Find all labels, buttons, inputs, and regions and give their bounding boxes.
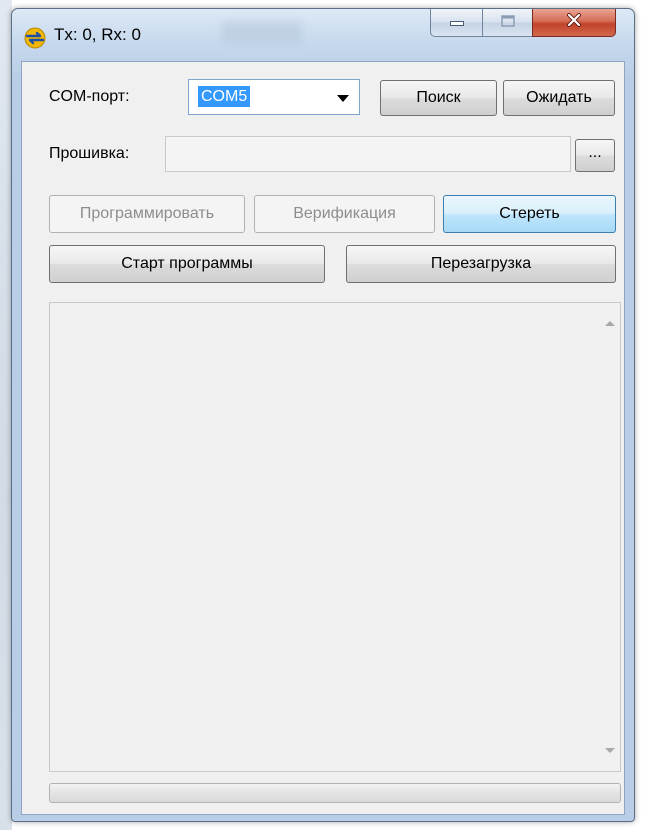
com-port-value: COM5 — [198, 86, 251, 107]
firmware-path-input[interactable] — [165, 136, 571, 172]
start-program-button[interactable]: Старт программы — [49, 245, 325, 283]
minimize-icon — [449, 14, 464, 32]
title-bar[interactable]: Tx: 0, Rx: 0 — [12, 9, 634, 61]
chevron-down-icon[interactable] — [337, 95, 349, 102]
erase-button[interactable]: Стереть — [443, 195, 616, 233]
log-scrollbar[interactable] — [600, 303, 620, 771]
close-button[interactable] — [532, 9, 616, 37]
scroll-up-icon[interactable] — [605, 321, 615, 326]
minimize-button[interactable] — [430, 9, 482, 37]
verify-button[interactable]: Верификация — [254, 195, 435, 233]
reboot-button[interactable]: Перезагрузка — [346, 245, 616, 283]
wait-button[interactable]: Ожидать — [503, 80, 615, 116]
scroll-down-icon[interactable] — [605, 748, 615, 753]
close-icon — [566, 13, 582, 32]
browse-button[interactable]: ... — [575, 139, 615, 172]
search-button[interactable]: Поиск — [380, 80, 497, 116]
app-logo-icon — [24, 27, 46, 49]
main-window: Tx: 0, Rx: 0 COM-порт: COM5 Поиск Ожидат… — [11, 8, 635, 822]
progress-bar — [49, 783, 621, 803]
maximize-icon — [500, 14, 515, 32]
com-port-select[interactable]: COM5 — [188, 79, 360, 115]
client-area: COM-порт: COM5 Поиск Ожидать Прошивка: .… — [21, 61, 625, 815]
firmware-label: Прошивка: — [49, 145, 130, 162]
maximize-button[interactable] — [482, 9, 532, 37]
com-port-label: COM-порт: — [49, 88, 130, 105]
log-output[interactable] — [49, 302, 621, 772]
window-title: Tx: 0, Rx: 0 — [54, 25, 141, 44]
program-button[interactable]: Программировать — [49, 195, 245, 233]
caption-buttons — [430, 9, 616, 39]
title-background-blur — [222, 21, 302, 43]
